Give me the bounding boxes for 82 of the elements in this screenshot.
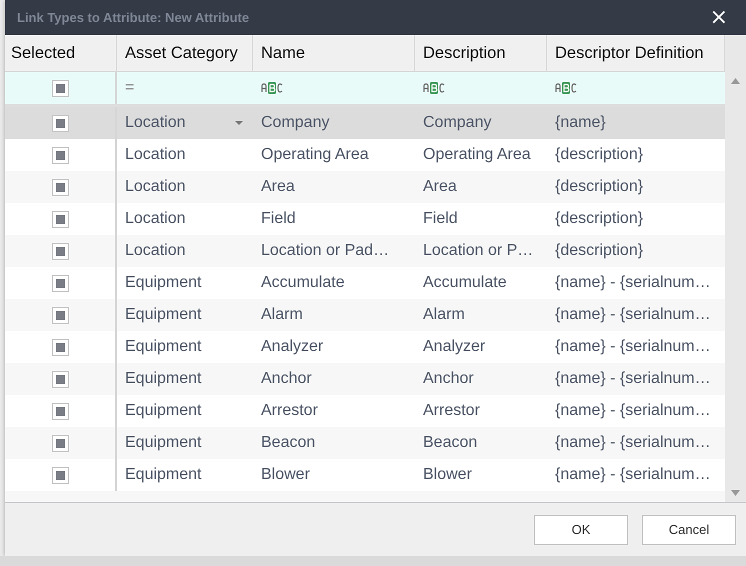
column-header[interactable]: Selected xyxy=(5,35,117,71)
table-cell: {description} xyxy=(555,242,644,260)
table-cell: {name} - {serialnum… xyxy=(555,306,711,324)
table-cell: Operating Area xyxy=(423,146,531,164)
text-filter-icon[interactable] xyxy=(423,82,445,94)
table-cell: Location xyxy=(125,178,186,196)
checkbox[interactable] xyxy=(52,80,68,96)
table-cell: Equipment xyxy=(125,402,202,420)
table-cell: Location or Pad… xyxy=(261,242,390,260)
table-cell: Equipment xyxy=(125,370,202,388)
table-cell: Operating Area xyxy=(261,146,369,164)
table-cell: Analyzer xyxy=(261,338,324,356)
table-cell: Alarm xyxy=(261,306,303,324)
table-cell: Location xyxy=(125,242,186,260)
table-cell: Blower xyxy=(261,466,310,484)
table-cell: Equipment xyxy=(125,466,202,484)
checkbox[interactable] xyxy=(52,306,68,324)
close-button[interactable]: × xyxy=(706,6,732,28)
table-cell: {description} xyxy=(555,146,644,164)
table-cell: Location or P… xyxy=(423,242,534,260)
scrollbar[interactable] xyxy=(725,35,746,502)
table-cell: Area xyxy=(423,178,457,196)
table-row[interactable]: Location Company Company {name} xyxy=(5,107,725,139)
column-header[interactable]: Name xyxy=(253,35,415,71)
table-cell: Equipment xyxy=(125,434,202,452)
table-cell: Anchor xyxy=(423,370,474,388)
table-cell: Beacon xyxy=(261,434,316,452)
checkbox[interactable] xyxy=(52,178,68,196)
checkbox[interactable] xyxy=(52,338,68,356)
table-cell: Company xyxy=(261,114,330,132)
table-cell: {description} xyxy=(555,178,644,196)
table-row[interactable]: Equipment Alarm Alarm {name} - {serialnum… xyxy=(5,299,725,331)
caret-icon[interactable] xyxy=(235,121,243,125)
table-cell: {name} - {serialnum… xyxy=(555,434,711,452)
table-cell: Field xyxy=(261,210,296,228)
dialog-button[interactable]: OK xyxy=(534,514,628,544)
table-cell: Anchor xyxy=(261,370,312,388)
table-cell: Location xyxy=(125,210,186,228)
table-cell: {name} xyxy=(555,114,606,132)
table-cell: Analyzer xyxy=(423,338,486,356)
checkbox[interactable] xyxy=(52,466,68,484)
table-cell: Accumulate xyxy=(423,274,507,292)
text-filter-icon[interactable] xyxy=(555,82,577,94)
table-cell: Location xyxy=(125,146,186,164)
table-cell: Arrestor xyxy=(261,402,318,420)
table-cell: {name} - {serialnum… xyxy=(555,338,711,356)
table-cell: Field xyxy=(423,210,458,228)
scroll-down-icon[interactable] xyxy=(731,490,740,496)
table-cell: Alarm xyxy=(423,306,465,324)
text-filter-icon[interactable] xyxy=(261,82,283,94)
table-cell: {description} xyxy=(555,210,644,228)
checkbox[interactable] xyxy=(52,402,68,420)
table-cell: {name} - {serialnum… xyxy=(555,274,711,292)
table-cell: Blower xyxy=(423,466,472,484)
table-row[interactable]: Location Area Area {description} xyxy=(5,171,725,203)
table-cell: Beacon xyxy=(423,434,478,452)
table-row[interactable]: Location Location or Pad… Location or P… {description} xyxy=(5,235,725,267)
checkbox[interactable] xyxy=(52,370,68,388)
checkbox[interactable] xyxy=(52,274,68,292)
scroll-up-icon[interactable] xyxy=(731,78,740,84)
table-cell: Company xyxy=(423,114,492,132)
window-title: Link Types to Attribute: New Attribute xyxy=(17,10,250,25)
checkbox[interactable] xyxy=(52,434,68,452)
table-cell: Arrestor xyxy=(423,402,480,420)
checkbox[interactable] xyxy=(52,114,68,132)
table-cell: Location xyxy=(125,114,186,132)
column-header[interactable]: Asset Category xyxy=(117,35,253,71)
table-cell: {name} - {serialnum… xyxy=(555,402,711,420)
table-row[interactable]: Equipment Anchor Anchor {name} - {serialnum… xyxy=(5,363,725,395)
table-cell: {name} - {serialnum… xyxy=(555,466,711,484)
checkbox[interactable] xyxy=(52,146,68,164)
table-cell: {name} - {serialnum… xyxy=(555,370,711,388)
table-cell: Area xyxy=(261,178,295,196)
table-cell: Equipment xyxy=(125,338,202,356)
checkbox[interactable] xyxy=(52,242,68,260)
table-cell: Accumulate xyxy=(261,274,345,292)
table-row[interactable]: Equipment Beacon Beacon {name} - {serialnum… xyxy=(5,427,725,459)
checkbox[interactable] xyxy=(52,210,68,228)
column-header[interactable]: Description xyxy=(415,35,547,71)
table-cell: Equipment xyxy=(125,306,202,324)
table-cell: Equipment xyxy=(125,274,202,292)
dialog-button[interactable]: Cancel xyxy=(642,514,736,544)
